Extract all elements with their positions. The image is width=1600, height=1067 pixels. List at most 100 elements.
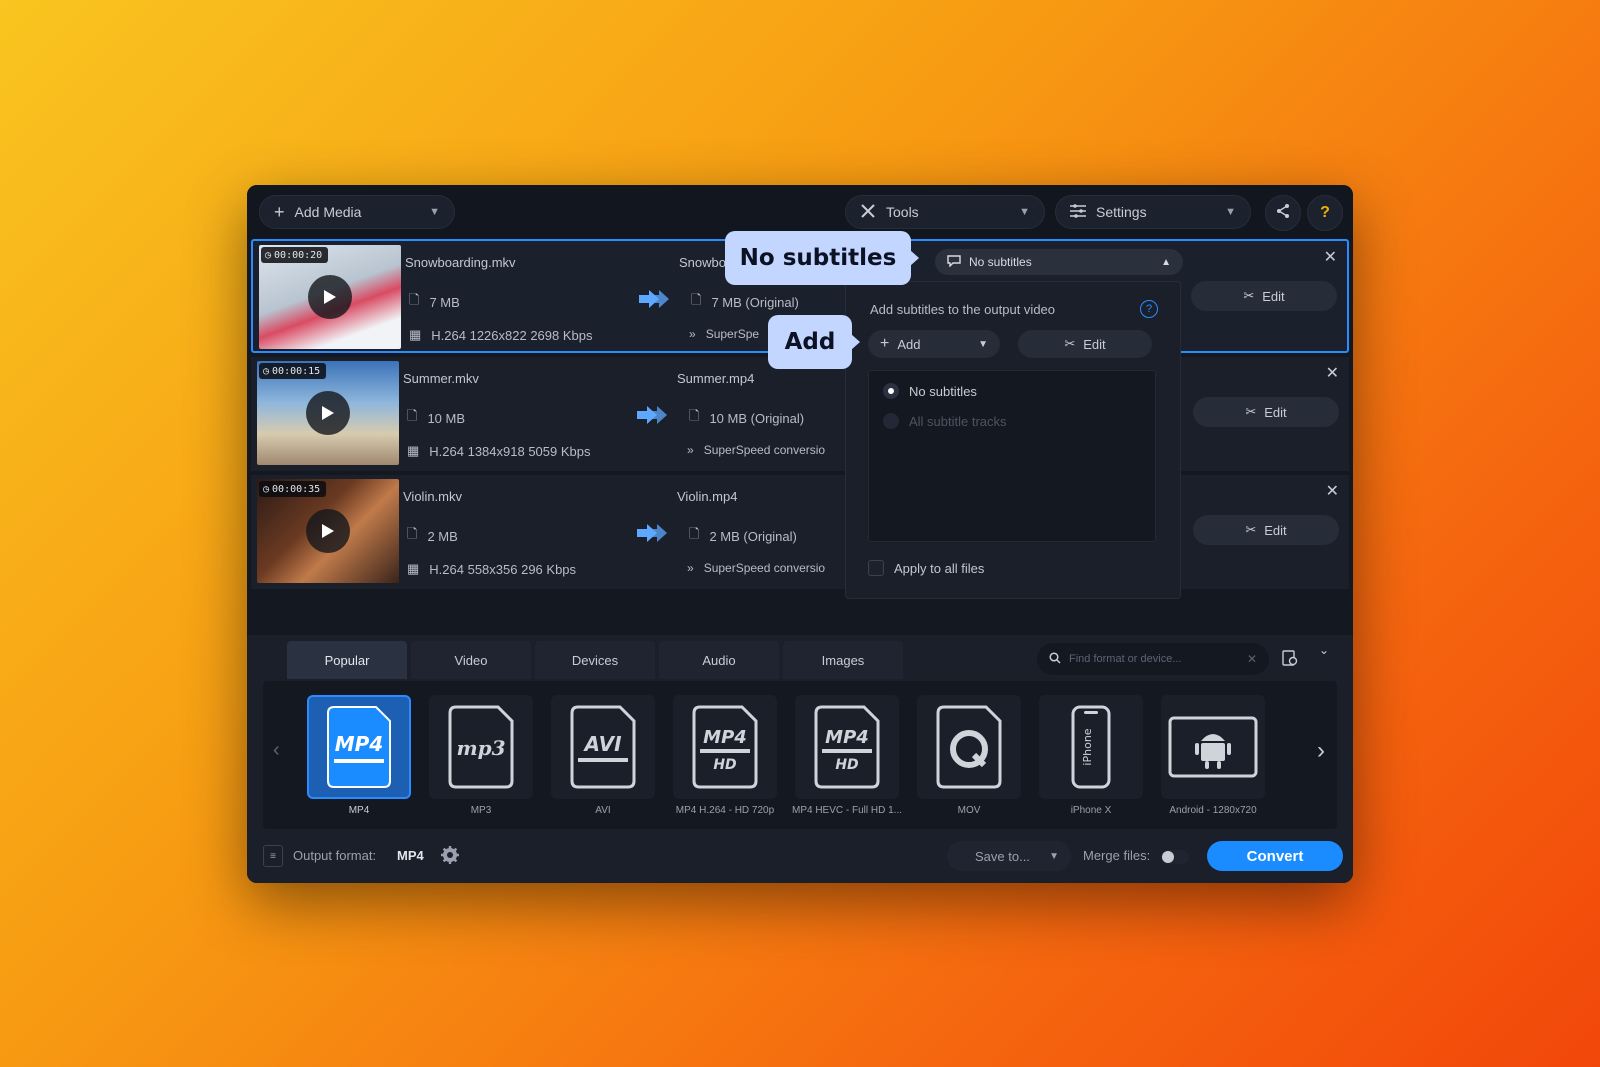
video-thumbnail[interactable]: ◷ 00:00:35 [257,479,399,583]
help-icon[interactable]: ? [1140,300,1158,318]
play-icon[interactable] [306,391,350,435]
subtitles-dropdown[interactable]: No subtitles ▲ [935,249,1183,275]
output-file-name: Violin.mp4 [677,489,738,504]
duration-badge: ◷ 00:00:20 [261,247,329,263]
mp4-hd-icon: MP4 HD [692,705,758,789]
superspeed-icon: » [687,561,694,575]
help-button[interactable]: ? [1307,195,1343,231]
edit-subtitle-button[interactable]: ✂ Edit [1018,330,1152,358]
format-mov[interactable]: MOV [917,695,1021,825]
speech-bubble-icon [947,254,961,270]
apply-to-all-checkbox[interactable]: Apply to all files [868,560,984,576]
tab-audio[interactable]: Audio [659,641,779,679]
radio-no-subtitles[interactable]: No subtitles [883,383,977,399]
tab-popular[interactable]: Popular [287,641,407,679]
file-icon: 🗋 [407,526,418,541]
duration-badge: ◷ 00:00:15 [259,363,327,379]
format-panel: Popular Video Devices Audio Images ✕ ⌄ ‹… [247,635,1353,883]
file-name: Snowboarding.mkv [405,255,516,270]
svg-text:MP4: MP4 [335,732,383,756]
format-avi[interactable]: AVI AVI [551,695,655,825]
edit-button[interactable]: ✂ Edit [1193,515,1339,545]
radio-disabled-icon [883,413,899,429]
chevron-down-icon: ▼ [978,338,988,350]
import-format-icon[interactable] [1281,649,1301,669]
quicktime-icon [936,705,1002,789]
svg-text:MP4: MP4 [825,727,869,748]
tab-devices[interactable]: Devices [535,641,655,679]
svg-text:HD: HD [835,757,858,773]
close-icon[interactable]: ✕ [1326,363,1339,383]
scroll-right-icon[interactable]: › [1317,737,1325,765]
format-mp4-hevc[interactable]: MP4 HD MP4 HEVC - Full HD 1... [792,695,902,825]
tools-icon: ✂ [1064,336,1076,351]
merge-files-toggle[interactable] [1161,850,1189,864]
convert-arrow-icon [637,406,667,424]
output-format-value: MP4 [397,848,424,863]
convert-button[interactable]: Convert [1207,841,1343,871]
file-row[interactable]: ◷ 00:00:35 Violin.mkv 🗋 2 MB ▦ H.264 558x35… [251,475,1349,589]
format-search[interactable]: ✕ [1037,643,1269,675]
file-size: 🗋 10 MB [407,407,465,429]
settings-button[interactable]: Settings ▼ [1055,195,1251,229]
close-icon[interactable]: ✕ [1324,247,1337,267]
output-size: 🗋 7 MB (Original) [691,291,799,313]
clock-icon: ◷ [263,483,270,495]
app-window: + Add Media ▼ Tools ▼ Settings ▼ ? ◷ 00:… [247,185,1353,883]
file-name: Summer.mkv [403,371,479,386]
film-icon: ▦ [407,561,420,576]
merge-files-label: Merge files: [1083,848,1151,863]
share-button[interactable] [1265,195,1301,231]
iphone-icon: iPhone [1071,705,1111,789]
save-to-dropdown[interactable]: Save to... ▼ [947,841,1071,871]
format-iphone-x[interactable]: iPhone iPhone X [1039,695,1143,825]
format-search-input[interactable] [1069,653,1239,665]
format-mp4[interactable]: MP4 MP4 [307,695,411,825]
clear-icon[interactable]: ✕ [1247,652,1257,666]
format-strip: ‹ › MP4 MP4 mp3 MP3 AVI AVI MP4 HD MP4 H.… [263,681,1337,829]
tools-label: Tools [886,204,919,220]
scroll-left-icon[interactable]: ‹ [273,739,280,762]
chevron-down-icon: ▼ [1049,850,1059,862]
convert-arrow-icon [637,524,667,542]
format-mp4-h264-hd[interactable]: MP4 HD MP4 H.264 - HD 720p [673,695,777,825]
android-icon [1168,716,1258,778]
tab-video[interactable]: Video [411,641,531,679]
edit-button[interactable]: ✂ Edit [1193,397,1339,427]
file-icon: 🗋 [691,292,702,307]
close-icon[interactable]: ✕ [1326,481,1339,501]
file-row[interactable]: ◷ 00:00:15 Summer.mkv 🗋 10 MB ▦ H.264 1384x… [251,357,1349,471]
add-subtitle-button[interactable]: + Add ▼ [868,330,1000,358]
file-name: Violin.mkv [403,489,463,504]
video-thumbnail[interactable]: ◷ 00:00:15 [257,361,399,465]
format-mp3[interactable]: mp3 MP3 [429,695,533,825]
format-android[interactable]: Android - 1280x720 [1161,695,1265,825]
checkbox-icon [868,560,884,576]
play-icon[interactable] [308,275,352,319]
help-icon: ? [1320,204,1330,221]
output-file-name: Summer.mp4 [677,371,755,386]
convert-arrow-icon [639,290,669,308]
play-icon[interactable] [306,509,350,553]
add-media-label: Add Media [294,204,362,220]
tools-button[interactable]: Tools ▼ [845,195,1045,229]
chevron-down-icon: ▼ [1225,206,1236,218]
output-format-label: Output format: [293,848,377,863]
share-icon [1275,203,1291,224]
bottom-bar: ≡ Output format: MP4 Save to... ▼ Merge … [247,831,1353,883]
add-media-button[interactable]: + Add Media ▼ [259,195,455,229]
tab-images[interactable]: Images [783,641,903,679]
list-icon[interactable]: ≡ [263,845,283,867]
edit-button[interactable]: ✂ Edit [1191,281,1337,311]
output-conversion: » SuperSpe [689,327,760,341]
tools-icon: ✂ [1243,288,1255,303]
file-icon: 🗋 [689,526,700,541]
video-thumbnail[interactable]: ◷ 00:00:20 [259,245,401,349]
collapse-chevron-icon[interactable]: ⌄ [1319,643,1329,657]
chevron-down-icon: ▼ [1019,206,1030,218]
tools-icon: ✂ [1245,522,1257,537]
subtitles-selected-label: No subtitles [969,255,1032,269]
settings-label: Settings [1096,204,1147,220]
gear-icon[interactable] [440,845,460,865]
file-icon: 🗋 [409,292,420,307]
